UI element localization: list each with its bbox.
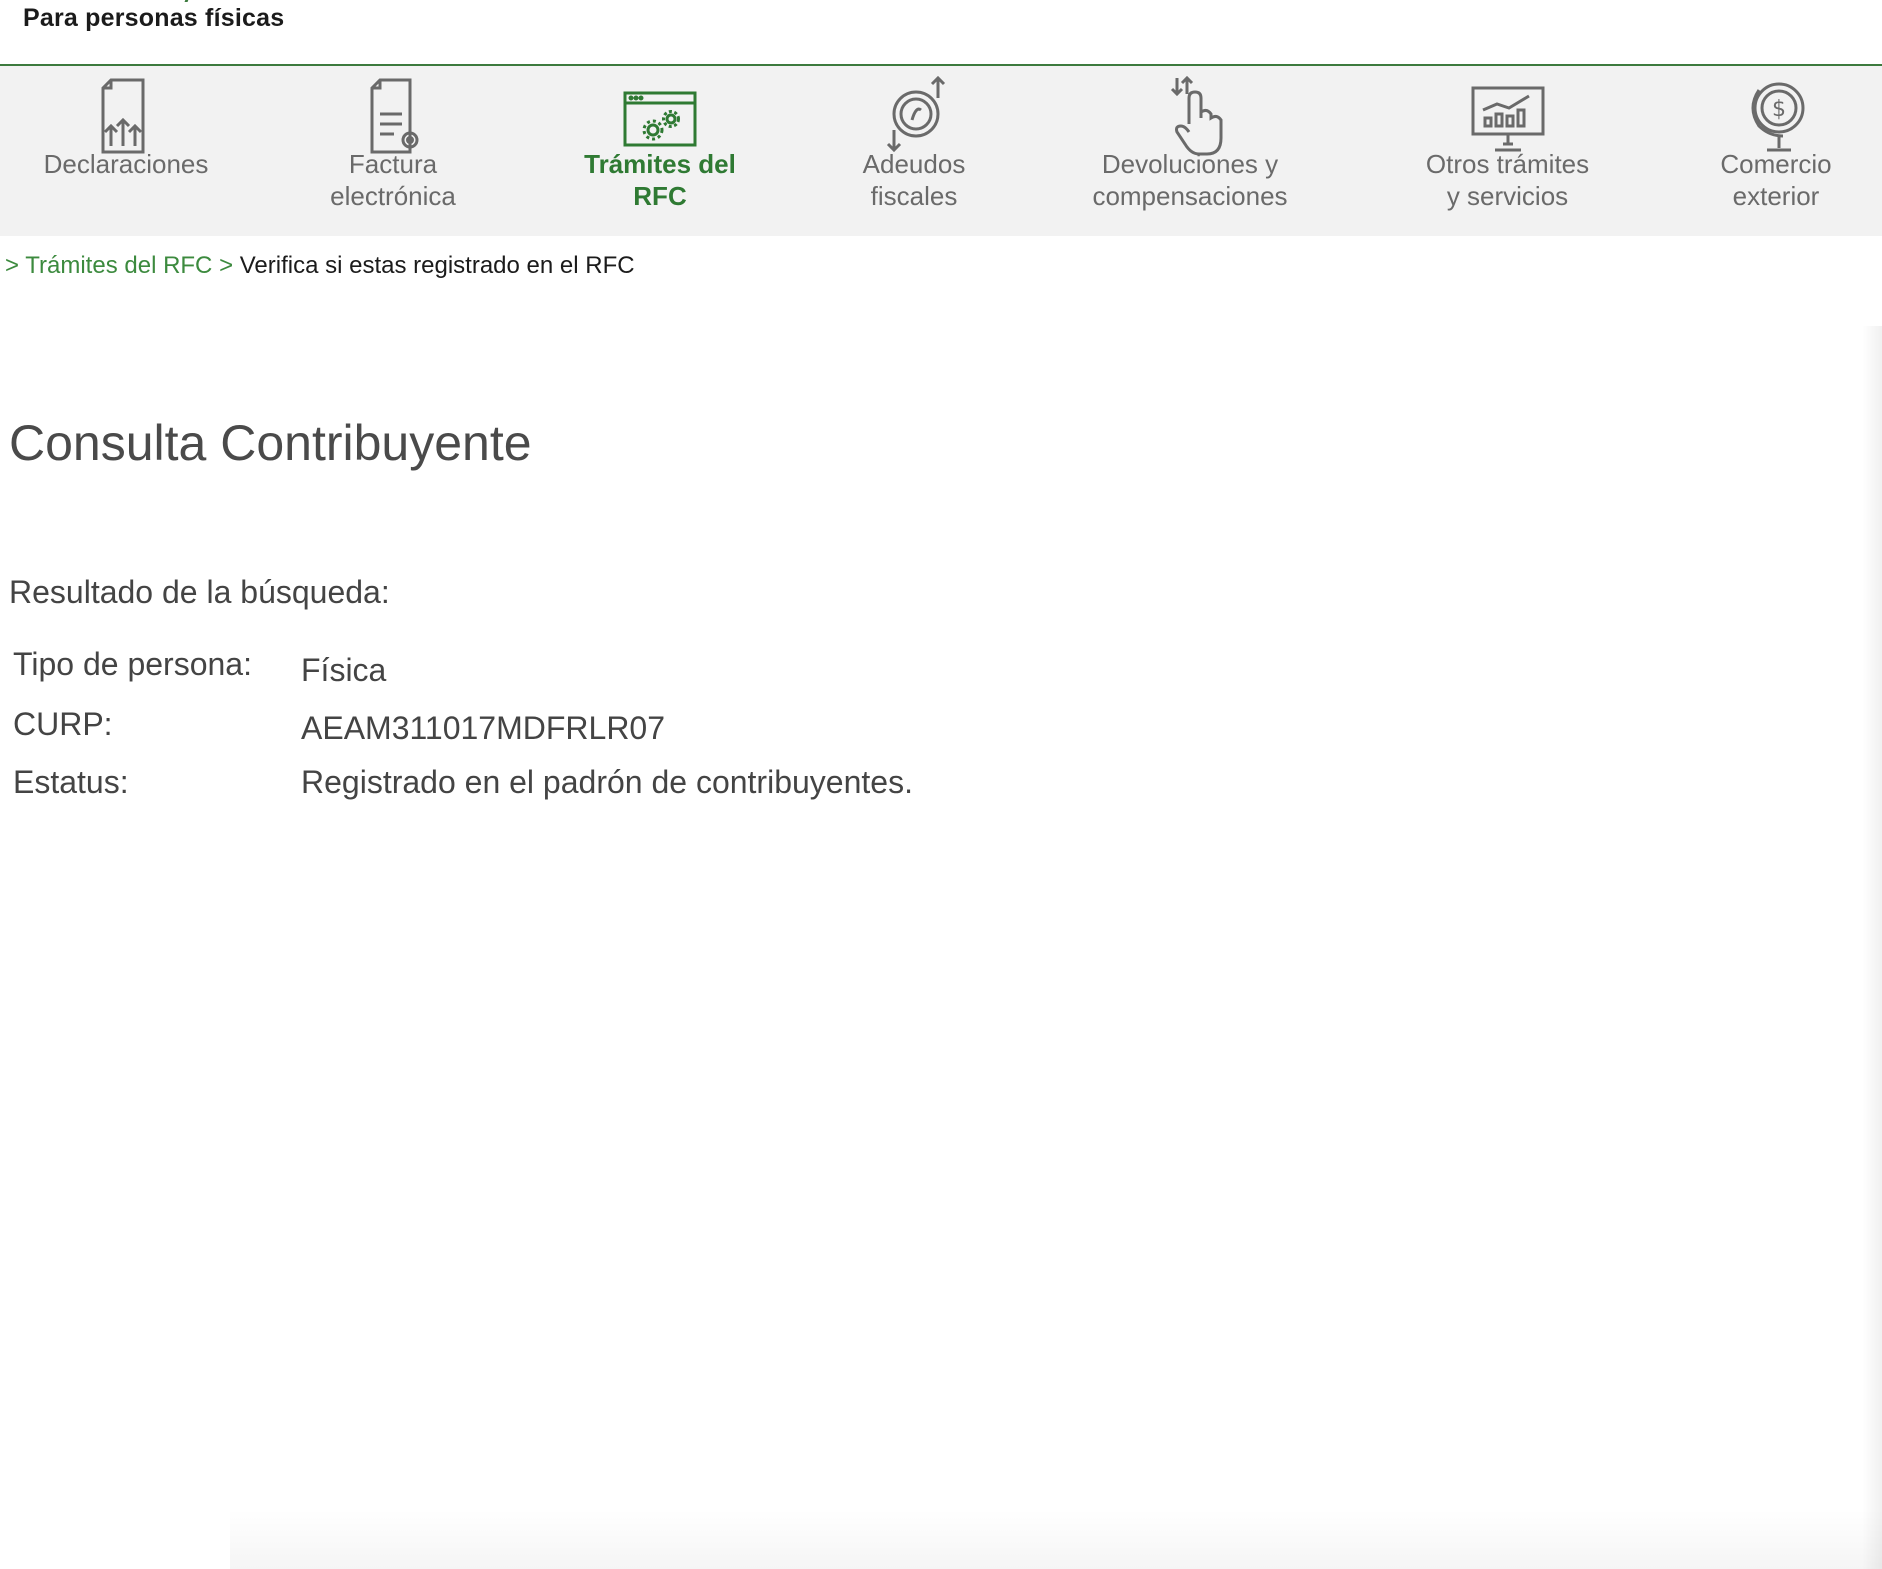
nav-label-declaraciones: Declaraciones	[43, 149, 209, 179]
monitor-chart-icon	[1463, 74, 1553, 156]
result-value: Física	[301, 652, 387, 688]
nav-label-devoluciones: Devoluciones y compensaciones	[1092, 149, 1288, 211]
breadcrumb: > Trámites del RFC > Verifica si estas r…	[5, 252, 635, 280]
result-heading: Resultado de la búsqueda:	[9, 574, 390, 610]
nav-item-otros-tramites[interactable]: Otros trámites y servicios	[1405, 66, 1610, 236]
result-value: Registrado en el padrón de contribuyente…	[301, 764, 913, 800]
page-title: Consulta Contribuyente	[9, 415, 532, 471]
header-bar: Para personas físicas	[0, 0, 1882, 66]
nav-label-otros-tramites: Otros trámites y servicios	[1425, 149, 1590, 211]
hand-pointer-arrows-icon	[1145, 74, 1235, 156]
main-navigation: Declaraciones Factura electrónica Trámit…	[0, 66, 1882, 236]
result-value: AEAM311017MDFRLR07	[301, 710, 666, 746]
nav-item-factura-electronica[interactable]: Factura electrónica	[293, 66, 493, 236]
globe-dollar-icon: $	[1731, 74, 1821, 156]
browser-gears-icon	[615, 74, 705, 156]
svg-text:$: $	[1772, 97, 1786, 122]
document-upload-icon	[81, 74, 171, 156]
result-label: Estatus:	[13, 764, 129, 800]
result-label: CURP:	[13, 706, 113, 742]
nav-item-comercio-exterior[interactable]: $ Comercio exterior	[1690, 66, 1862, 236]
content-panel-bottom-edge	[230, 1509, 1882, 1569]
header-logo-fragment	[174, 0, 191, 2]
nav-label-adeudos-fiscales: Adeudos fiscales	[862, 149, 966, 211]
breadcrumb-link-tramites-rfc[interactable]: Trámites del RFC	[25, 252, 212, 279]
breadcrumb-separator: >	[5, 252, 20, 279]
nav-item-tramites-rfc[interactable]: Trámites del RFC	[560, 66, 760, 236]
nav-item-declaraciones[interactable]: Declaraciones	[26, 66, 226, 236]
breadcrumb-current: Verifica si estas registrado en el RFC	[239, 252, 635, 279]
content-panel-edge	[1862, 326, 1882, 1569]
nav-item-devoluciones[interactable]: Devoluciones y compensaciones	[1080, 66, 1300, 236]
e-invoice-icon	[348, 74, 438, 156]
nav-label-comercio-exterior: Comercio exterior	[1720, 149, 1832, 211]
coin-arrows-icon	[869, 74, 959, 156]
nav-label-tramites-rfc: Trámites del RFC	[584, 149, 736, 211]
nav-label-factura-electronica: Factura electrónica	[330, 149, 456, 211]
page-subtitle: Para personas físicas	[23, 4, 285, 32]
nav-item-adeudos-fiscales[interactable]: Adeudos fiscales	[814, 66, 1014, 236]
result-label: Tipo de persona:	[13, 646, 252, 682]
breadcrumb-separator: >	[219, 252, 234, 279]
